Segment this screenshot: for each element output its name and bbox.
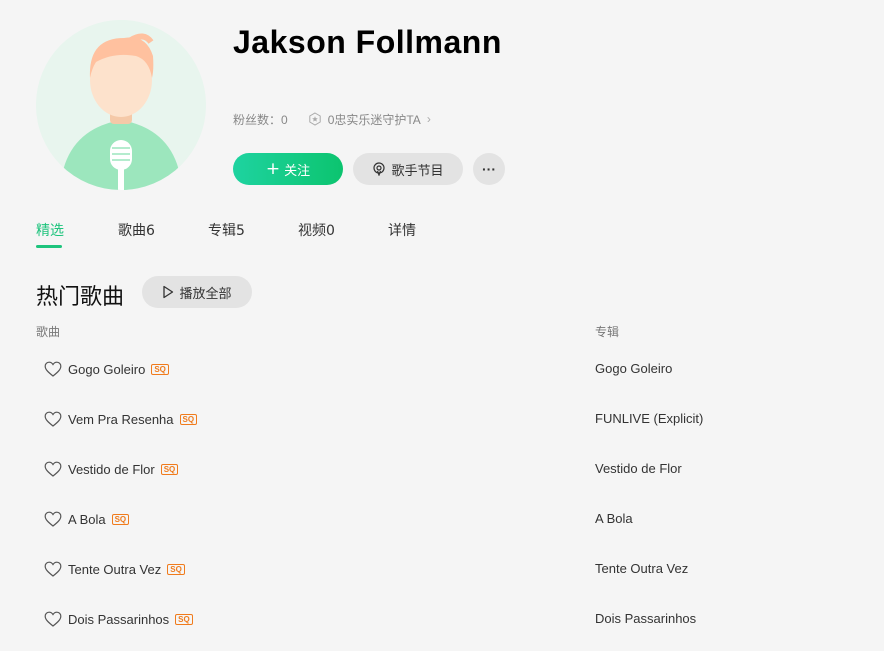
more-button[interactable]: ···	[473, 153, 505, 185]
song-cell: Vem Pra Resenha SQ	[44, 409, 198, 429]
song-cell: Tente Outra Vez SQ	[44, 559, 185, 579]
artist-program-button[interactable]: 歌手节目	[353, 153, 463, 185]
song-cell: Gogo Goleiro SQ	[44, 359, 169, 379]
plus-icon: +	[265, 158, 281, 179]
song-album[interactable]: Dois Passarinhos	[595, 609, 696, 629]
song-album[interactable]: Gogo Goleiro	[595, 359, 672, 379]
song-album[interactable]: A Bola	[595, 509, 633, 529]
sq-quality-badge: SQ	[175, 613, 193, 625]
heart-icon[interactable]	[44, 610, 62, 628]
sq-quality-badge: SQ	[179, 413, 198, 425]
song-row[interactable]: Dois Passarinhos SQ Dois Passarinhos	[36, 609, 856, 651]
song-row[interactable]: Tente Outra Vez SQ Tente Outra Vez	[36, 559, 856, 609]
section-title: 热门歌曲	[36, 285, 125, 310]
artist-stats: 粉丝数：0 0忠实乐迷守护TA ›	[233, 111, 431, 127]
song-title[interactable]: Tente Outra Vez	[68, 562, 161, 577]
song-album[interactable]: Tente Outra Vez	[595, 559, 688, 579]
song-title[interactable]: Vestido de Flor	[68, 462, 155, 477]
tab-featured[interactable]: 精选	[36, 220, 64, 240]
tab-albums[interactable]: 专辑5	[208, 220, 245, 240]
heart-icon[interactable]	[44, 510, 62, 528]
play-all-label: 播放全部	[179, 286, 232, 302]
active-tab-indicator	[36, 245, 62, 248]
song-cell: A Bola SQ	[44, 509, 130, 529]
song-row[interactable]: A Bola SQ A Bola	[36, 509, 856, 559]
song-cell: Dois Passarinhos SQ	[44, 609, 193, 629]
badge-icon	[308, 112, 321, 126]
fan-guard-link[interactable]: 0忠实乐迷守护TA ›	[308, 111, 431, 128]
heart-icon[interactable]	[44, 410, 62, 428]
artist-name: Jakson Follmann	[233, 24, 502, 60]
heart-icon[interactable]	[44, 560, 62, 578]
sq-quality-badge: SQ	[151, 363, 169, 375]
follow-label: 关注	[284, 163, 311, 179]
song-title[interactable]: A Bola	[68, 512, 106, 527]
column-header-album: 专辑	[595, 325, 620, 339]
song-title[interactable]: Dois Passarinhos	[68, 612, 169, 627]
sq-quality-badge: SQ	[111, 513, 130, 525]
song-row[interactable]: Gogo Goleiro SQ Gogo Goleiro	[36, 359, 856, 409]
song-row[interactable]: Vem Pra Resenha SQ FUNLIVE (Explicit)	[36, 409, 856, 459]
song-row[interactable]: Vestido de Flor SQ Vestido de Flor	[36, 459, 856, 509]
sq-quality-badge: SQ	[167, 563, 185, 575]
more-icon: ···	[482, 161, 496, 177]
artist-actions: + 关注 歌手节目 ···	[233, 153, 505, 185]
song-title[interactable]: Vem Pra Resenha	[68, 412, 174, 427]
heart-icon[interactable]	[44, 360, 62, 378]
tab-details[interactable]: 详情	[388, 220, 416, 240]
artist-avatar	[36, 20, 206, 190]
heart-icon[interactable]	[44, 460, 62, 478]
follow-button[interactable]: + 关注	[233, 153, 343, 185]
tab-songs[interactable]: 歌曲6	[118, 220, 155, 240]
sq-quality-badge: SQ	[160, 463, 179, 475]
song-title[interactable]: Gogo Goleiro	[68, 362, 145, 377]
podcast-icon	[373, 162, 386, 176]
song-album[interactable]: Vestido de Flor	[595, 459, 682, 479]
play-icon	[163, 285, 174, 299]
chevron-right-icon: ›	[426, 112, 431, 126]
column-header-song: 歌曲	[36, 325, 61, 339]
fans-count: 粉丝数：0	[233, 112, 288, 127]
song-album[interactable]: FUNLIVE (Explicit)	[595, 409, 703, 429]
song-cell: Vestido de Flor SQ	[44, 459, 179, 479]
play-all-button[interactable]: 播放全部	[142, 276, 252, 308]
fan-guard-text: 0忠实乐迷守护TA	[327, 112, 421, 127]
artist-program-label: 歌手节目	[391, 163, 444, 179]
tab-videos[interactable]: 视频0	[298, 220, 335, 240]
